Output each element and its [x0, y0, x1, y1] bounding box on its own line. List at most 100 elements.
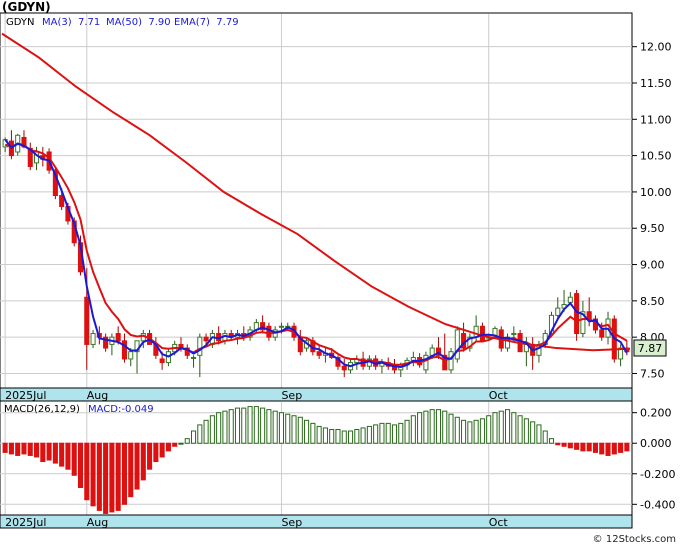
macd-bar — [71, 442, 77, 476]
candle-body — [190, 356, 197, 359]
candle-body — [84, 296, 90, 345]
price-x-tick-label: Sep — [281, 389, 302, 402]
macd-bar — [448, 413, 454, 444]
macd-y-tick-label: 0.200 — [640, 407, 672, 420]
candle-body — [128, 351, 134, 360]
macd-bar — [316, 425, 322, 444]
macd-bar — [77, 442, 84, 489]
macd-bar — [410, 415, 416, 444]
macd-bar — [536, 424, 542, 444]
macd-bar — [159, 442, 165, 458]
macd-bar — [285, 413, 291, 444]
macd-x-tick-label: Oct — [489, 516, 509, 529]
price-panel-frame — [0, 12, 633, 390]
macd-bar — [454, 416, 460, 444]
macd-bar — [366, 425, 372, 444]
macd-bar — [335, 428, 341, 444]
candle-body — [197, 336, 203, 356]
macd-bar — [8, 442, 14, 455]
candle-body — [341, 365, 347, 371]
macd-bar — [128, 442, 134, 498]
macd-bar — [266, 409, 272, 444]
macd-bar — [46, 442, 52, 461]
macd-bar — [147, 442, 153, 470]
macd-bar — [253, 406, 259, 444]
macd-legend: MACD(26,12,9) MACD:-0.049 — [4, 404, 154, 415]
price-y-tick-label: 7.50 — [640, 367, 665, 380]
macd-bar — [96, 442, 102, 511]
legend-ticker: GDYN — [6, 17, 35, 28]
credit-label: © 12Stocks.com — [592, 534, 676, 545]
macd-bar — [492, 412, 498, 444]
macd-bar — [278, 412, 285, 444]
macd-bar — [234, 407, 241, 444]
macd-bar — [247, 406, 253, 444]
macd-bar — [65, 442, 71, 470]
legend-ma50: MA(50) 7.90 — [106, 17, 171, 28]
candle-body — [115, 333, 121, 342]
macd-bar — [373, 424, 379, 444]
macd-bar — [511, 412, 517, 444]
macd-bar — [310, 422, 316, 444]
macd-bar — [52, 442, 58, 464]
macd-bar — [417, 412, 423, 444]
macd-bar — [385, 422, 391, 444]
macd-bar — [190, 430, 197, 444]
macd-y-tick-label: -0.400 — [640, 498, 675, 511]
macd-bar — [341, 430, 347, 444]
macd-bar — [599, 442, 605, 455]
macd-bar — [297, 416, 303, 444]
macd-bar — [523, 418, 529, 444]
macd-bar — [561, 442, 567, 447]
price-y-axis: 12.0011.5011.0010.5010.009.509.008.508.0… — [632, 41, 672, 380]
macd-bar — [624, 442, 630, 452]
macd-bar — [548, 438, 555, 444]
candle-body — [511, 333, 517, 336]
candle-body — [159, 358, 165, 364]
candle-body — [574, 293, 580, 335]
macd-bar — [15, 442, 21, 456]
macd-bar — [241, 407, 247, 444]
macd-bar — [517, 415, 523, 444]
macd-bar — [423, 410, 429, 444]
macd-x-tick-label: Sep — [281, 516, 302, 529]
price-x-tick-label: 2025Jul — [5, 389, 46, 402]
macd-bar — [586, 442, 592, 452]
candle-body — [266, 325, 272, 338]
candle-body — [203, 336, 209, 342]
macd-bar — [203, 419, 209, 444]
candle-body — [121, 340, 128, 360]
macd-bar — [504, 409, 511, 444]
macd-bar — [605, 442, 611, 456]
macd-bar — [435, 409, 442, 444]
macd-bar — [473, 419, 479, 444]
macd-bar — [530, 421, 536, 444]
stock-chart: 12.0011.5011.0010.5010.009.509.008.508.0… — [0, 12, 675, 529]
macd-bar — [580, 442, 586, 452]
macd-bar — [178, 442, 184, 445]
macd-bar — [360, 427, 366, 444]
macd-bar — [479, 418, 485, 444]
macd-bar — [209, 415, 215, 444]
price-x-tick-label: Aug — [87, 389, 108, 402]
macd-bar — [574, 442, 580, 450]
macd-bar — [618, 442, 624, 453]
macd-bar — [442, 410, 448, 444]
macd-bar — [398, 422, 404, 444]
macd-bar — [222, 410, 228, 444]
macd-bar — [354, 428, 360, 444]
macd-bar — [291, 415, 297, 444]
macd-bar — [59, 442, 65, 467]
macd-bar — [461, 419, 467, 444]
macd-bar — [165, 442, 171, 452]
macd-y-tick-label: 0.000 — [640, 437, 672, 450]
macd-bar — [103, 442, 109, 514]
candle-body — [454, 329, 460, 360]
candle-body — [473, 325, 479, 338]
price-y-tick-label: 12.00 — [640, 41, 672, 54]
macd-bar — [21, 442, 27, 455]
macd-bar — [567, 442, 573, 449]
macd-y-tick-label: -0.200 — [640, 468, 675, 481]
candle-body — [555, 307, 561, 316]
candle-body — [599, 329, 605, 338]
